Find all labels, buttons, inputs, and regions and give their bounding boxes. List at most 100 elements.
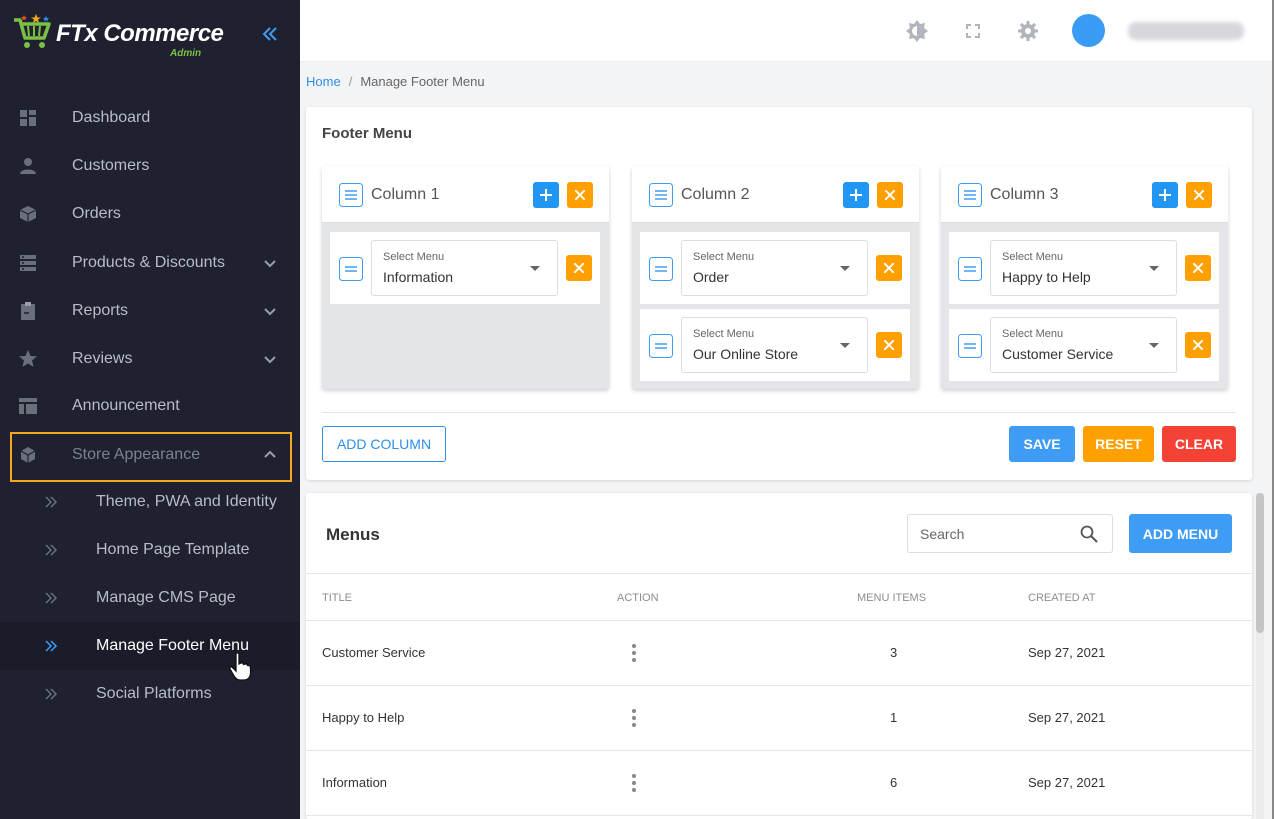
breadcrumb-current: Manage Footer Menu — [360, 74, 485, 89]
drag-handle-icon[interactable] — [649, 257, 673, 281]
double-chevron-right-icon — [45, 688, 58, 700]
drag-handle-icon[interactable] — [958, 183, 982, 207]
column-header-menu-items[interactable]: MENU ITEMS — [857, 592, 926, 604]
remove-menu-button[interactable] — [566, 255, 592, 281]
select-value: Order — [693, 269, 729, 285]
column-header-created-at[interactable]: CREATED AT — [1028, 592, 1095, 604]
avatar[interactable] — [1072, 14, 1105, 47]
remove-menu-button[interactable] — [876, 332, 902, 358]
remove-menu-button[interactable] — [1185, 255, 1211, 281]
username-redacted[interactable] — [1128, 22, 1244, 40]
add-menu-to-column-button[interactable] — [533, 182, 559, 208]
sidebar-subitem-theme[interactable]: Theme, PWA and Identity — [0, 478, 300, 526]
drag-handle-icon[interactable] — [339, 183, 363, 207]
drag-handle-icon[interactable] — [958, 257, 982, 281]
remove-column-button[interactable] — [567, 182, 593, 208]
search-input[interactable]: Search — [907, 514, 1113, 553]
cell-title: Happy to Help — [322, 710, 405, 725]
footer-column[interactable]: Column 1 Select Menu Information — [322, 166, 609, 389]
footer-menu-title: Footer Menu — [322, 125, 412, 142]
select-label: Select Menu — [383, 251, 445, 263]
sidebar-item-reports[interactable]: Reports — [0, 287, 300, 335]
fullscreen-icon[interactable] — [962, 20, 984, 42]
remove-column-button[interactable] — [1186, 182, 1212, 208]
more-vertical-icon[interactable] — [632, 644, 636, 662]
star-icon — [19, 350, 37, 367]
column-menu-row: Select Menu Happy to Help — [949, 232, 1219, 304]
column-title: Column 2 — [681, 186, 750, 203]
sidebar-subitem-manage-cms-page[interactable]: Manage CMS Page — [0, 574, 300, 622]
sidebar-item-orders[interactable]: Orders — [0, 190, 300, 238]
column-header-title[interactable]: TITLE — [322, 592, 352, 604]
sidebar-item-label: Reports — [72, 302, 129, 319]
table-row[interactable]: Information 6 Sep 27, 2021 — [306, 751, 1252, 816]
table-row[interactable]: Happy to Help 1 Sep 27, 2021 — [306, 686, 1252, 751]
add-menu-to-column-button[interactable] — [843, 182, 869, 208]
column-menu-row: Select Menu Information — [330, 232, 600, 304]
brand-name: FTx Commerce — [56, 20, 224, 47]
sidebar-subitem-social-platforms[interactable]: Social Platforms — [0, 670, 300, 718]
brightness-icon[interactable] — [906, 20, 928, 42]
drag-handle-icon[interactable] — [339, 257, 363, 281]
settings-icon[interactable] — [1017, 20, 1039, 42]
sidebar-subitem-home-page-template[interactable]: Home Page Template — [0, 526, 300, 574]
dropdown-arrow-icon — [840, 266, 850, 271]
drag-handle-icon[interactable] — [649, 183, 673, 207]
search-icon[interactable] — [1080, 525, 1098, 543]
scrollbar-thumb[interactable] — [1256, 493, 1264, 633]
close-icon — [575, 190, 585, 200]
sidebar-item-reviews[interactable]: Reviews — [0, 335, 300, 383]
dashboard-icon — [20, 110, 36, 126]
column-header: Column 3 — [941, 166, 1228, 223]
drag-handle-icon[interactable] — [649, 334, 673, 358]
select-menu-dropdown[interactable]: Select Menu Customer Service — [990, 317, 1177, 373]
remove-column-button[interactable] — [877, 182, 903, 208]
server-icon — [20, 255, 36, 271]
footer-column[interactable]: Column 2 Select Menu Order Select Menu O… — [632, 166, 919, 389]
sidebar-item-products[interactable]: Products & Discounts — [0, 239, 300, 287]
cube-icon — [20, 447, 36, 463]
select-menu-dropdown[interactable]: Select Menu Our Online Store — [681, 317, 868, 373]
sidebar-item-dashboard[interactable]: Dashboard — [0, 94, 300, 142]
remove-menu-button[interactable] — [876, 255, 902, 281]
sidebar-item-customers[interactable]: Customers — [0, 142, 300, 190]
cart-logo-icon — [14, 14, 51, 48]
chevron-down-icon — [264, 260, 276, 268]
double-chevron-left-icon[interactable] — [260, 24, 280, 44]
column-menu-row: Select Menu Order — [640, 232, 910, 304]
select-menu-dropdown[interactable]: Select Menu Happy to Help — [990, 240, 1177, 296]
chevron-down-icon — [264, 356, 276, 364]
footer-menu-card: Footer Menu Column 1 Select Menu Informa… — [306, 107, 1252, 480]
chevron-down-icon — [264, 308, 276, 316]
select-menu-dropdown[interactable]: Select Menu Information — [371, 240, 558, 296]
add-column-button[interactable]: ADD COLUMN — [322, 426, 446, 462]
table-header: TITLE ACTION MENU ITEMS CREATED AT — [306, 573, 1252, 621]
box-icon — [19, 206, 37, 222]
more-vertical-icon[interactable] — [632, 774, 636, 792]
brand-subtitle: Admin — [170, 48, 202, 59]
breadcrumb-home-link[interactable]: Home — [306, 74, 341, 89]
add-menu-button[interactable]: ADD MENU — [1129, 514, 1232, 553]
logo[interactable]: FTx Commerce Admin — [12, 6, 242, 62]
chevron-up-icon — [264, 450, 276, 458]
reset-button[interactable]: RESET — [1083, 426, 1154, 462]
sidebar-item-store-appearance[interactable]: Store Appearance — [0, 431, 300, 479]
plus-icon — [1159, 189, 1171, 201]
add-menu-to-column-button[interactable] — [1152, 182, 1178, 208]
cell-menu-items: 6 — [890, 775, 898, 790]
select-menu-dropdown[interactable]: Select Menu Order — [681, 240, 868, 296]
more-vertical-icon[interactable] — [632, 709, 636, 727]
clear-button[interactable]: CLEAR — [1162, 426, 1236, 462]
table-row[interactable]: Customer Service 3 Sep 27, 2021 — [306, 621, 1252, 686]
remove-menu-button[interactable] — [1185, 332, 1211, 358]
sidebar-item-label: Reviews — [72, 350, 133, 367]
dropdown-arrow-icon — [1149, 343, 1159, 348]
sidebar-subitem-manage-footer-menu[interactable]: Manage Footer Menu — [0, 622, 300, 670]
sidebar-subitem-label: Social Platforms — [96, 685, 212, 702]
save-button[interactable]: SAVE — [1009, 426, 1075, 462]
sidebar-item-label: Announcement — [72, 397, 180, 414]
select-label: Select Menu — [693, 328, 755, 340]
footer-column[interactable]: Column 3 Select Menu Happy to Help Selec… — [941, 166, 1228, 389]
sidebar-item-announcement[interactable]: Announcement — [0, 382, 300, 430]
drag-handle-icon[interactable] — [958, 334, 982, 358]
